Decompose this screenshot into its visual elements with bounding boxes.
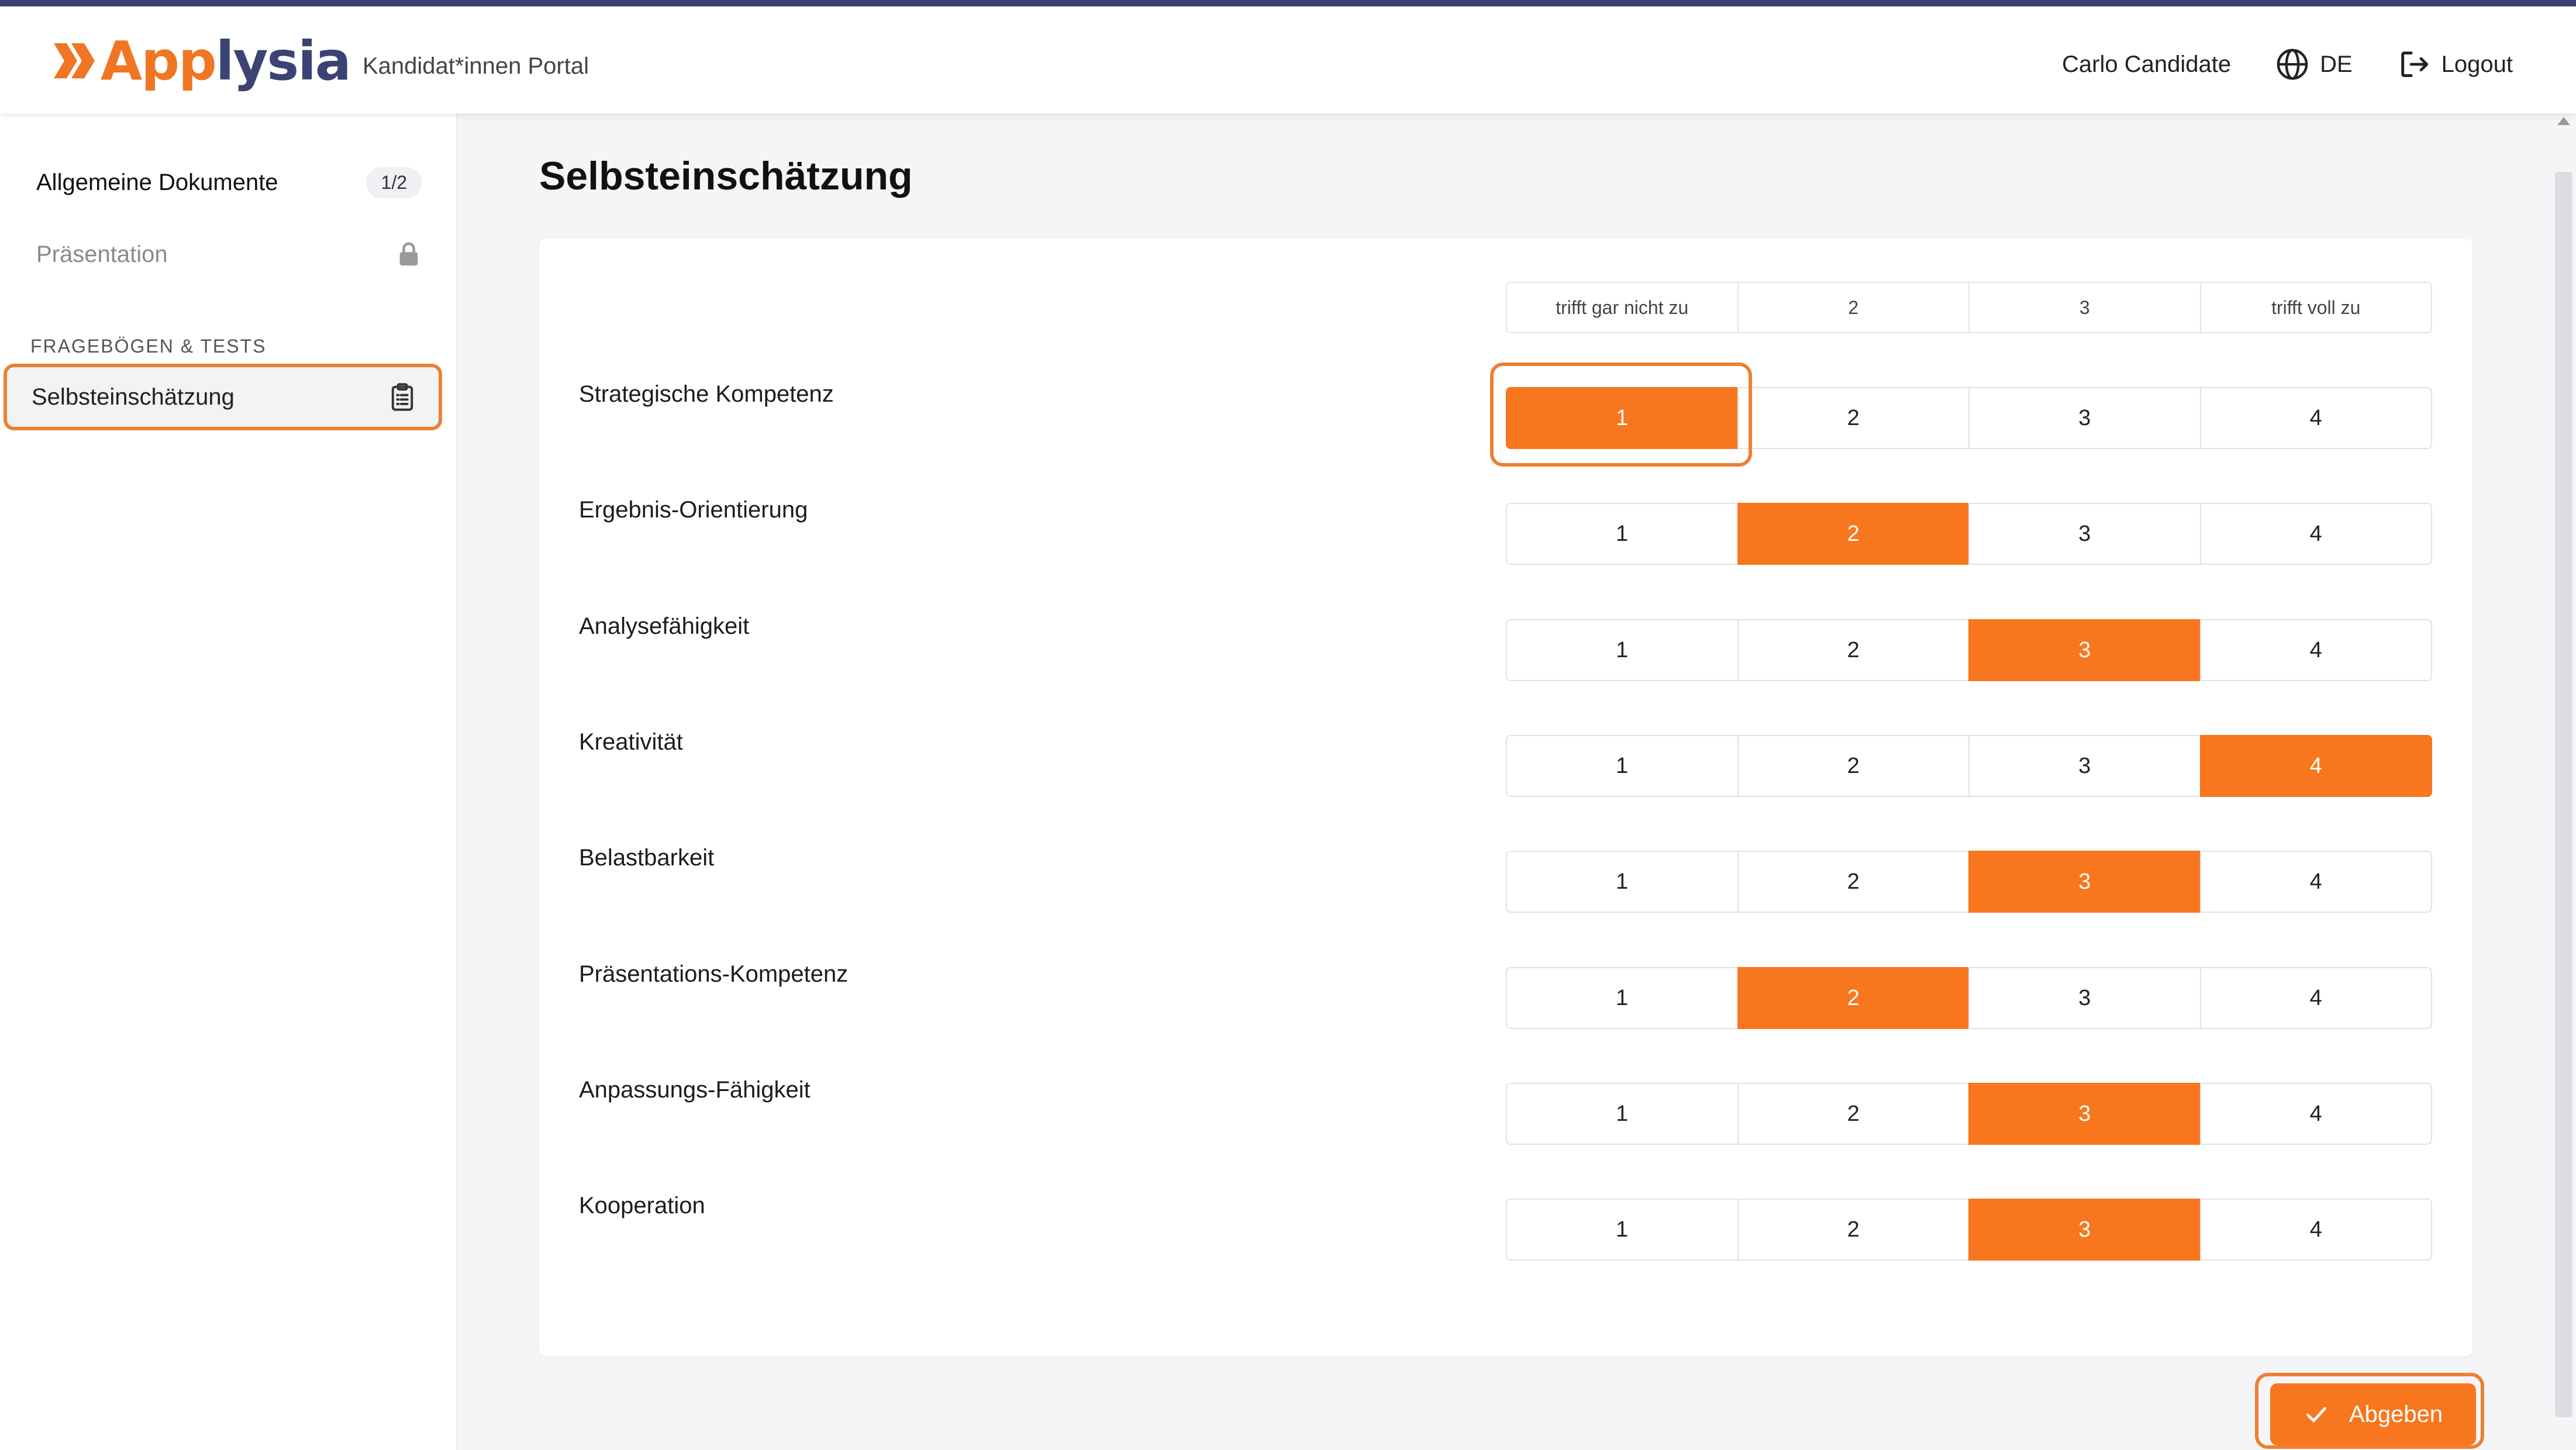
- applysia-logo[interactable]: Applysia: [54, 29, 351, 93]
- logout-button[interactable]: Logout: [2397, 47, 2513, 81]
- rating-option-4[interactable]: 4: [2199, 619, 2432, 681]
- logo-chevron-icon: [54, 43, 95, 78]
- rating-option-1[interactable]: 1: [1506, 1083, 1739, 1145]
- submit-button[interactable]: Abgeben: [2270, 1383, 2476, 1445]
- rating-option-1[interactable]: 1: [1506, 387, 1739, 449]
- question-label: Anpassungs-Fähigkeit: [579, 1077, 811, 1103]
- sidebar-item-allgemeine-dokumente[interactable]: Allgemeine Dokumente 1/2: [36, 167, 422, 198]
- clipboard-icon: [391, 383, 413, 411]
- user-name[interactable]: Carlo Candidate: [2062, 51, 2231, 78]
- rating-option-3[interactable]: 3: [1968, 387, 2201, 449]
- language-switcher[interactable]: DE: [2275, 47, 2353, 81]
- header: Applysia Kandidat*innen Portal Carlo Can…: [0, 6, 2576, 113]
- rating-option-4[interactable]: 4: [2199, 851, 2432, 913]
- rating-option-3[interactable]: 3: [1968, 851, 2201, 913]
- rating-option-2[interactable]: 2: [1737, 735, 1970, 797]
- rating-option-2[interactable]: 2: [1737, 503, 1970, 565]
- scale-header-cell: trifft voll zu: [2199, 282, 2432, 333]
- rating-option-3[interactable]: 3: [1968, 735, 2201, 797]
- sidebar-item-label: Allgemeine Dokumente: [36, 170, 278, 195]
- rating-options: 1234: [1506, 735, 2432, 797]
- rating-option-4[interactable]: 4: [2199, 1199, 2432, 1261]
- rating-option-4[interactable]: 4: [2199, 735, 2432, 797]
- lock-icon: [399, 242, 418, 266]
- rating-option-3[interactable]: 3: [1968, 967, 2201, 1029]
- logo-text: Applysia: [101, 29, 351, 92]
- rating-option-1[interactable]: 1: [1506, 503, 1739, 565]
- rating-option-2[interactable]: 2: [1737, 619, 1970, 681]
- scale-header-cell: trifft gar nicht zu: [1506, 282, 1739, 333]
- portal-subtitle: Kandidat*innen Portal: [363, 53, 589, 79]
- sidebar-item-label: Selbsteinschätzung: [32, 384, 235, 410]
- rating-option-2[interactable]: 2: [1737, 387, 1970, 449]
- top-accent-line: [0, 0, 2576, 6]
- question-label: Ergebnis-Orientierung: [579, 497, 808, 523]
- check-icon: [2306, 1407, 2326, 1423]
- sidebar: Allgemeine Dokumente 1/2 Präsentation FR…: [0, 113, 457, 1450]
- question-label: Analysefähigkeit: [579, 613, 750, 639]
- sidebar-item-selbsteinschaetzung[interactable]: Selbsteinschätzung: [4, 364, 442, 430]
- rating-options: 1234: [1506, 1199, 2432, 1261]
- progress-badge: 1/2: [365, 167, 422, 198]
- question-label: Präsentations-Kompetenz: [579, 961, 849, 987]
- rating-option-1[interactable]: 1: [1506, 735, 1739, 797]
- rating-option-1[interactable]: 1: [1506, 967, 1739, 1029]
- rating-option-1[interactable]: 1: [1506, 619, 1739, 681]
- globe-icon: [2277, 49, 2308, 80]
- rating-option-2[interactable]: 2: [1737, 1083, 1970, 1145]
- page-title: Selbsteinschätzung: [539, 154, 913, 198]
- rating-option-4[interactable]: 4: [2199, 1083, 2432, 1145]
- rating-option-3[interactable]: 3: [1968, 1083, 2201, 1145]
- rating-options: 1234: [1506, 619, 2432, 681]
- rating-option-1[interactable]: 1: [1506, 851, 1739, 913]
- question-label: Kreativität: [579, 729, 683, 755]
- rating-option-3[interactable]: 3: [1968, 1199, 2201, 1261]
- rating-option-2[interactable]: 2: [1737, 851, 1970, 913]
- rating-option-3[interactable]: 3: [1968, 503, 2201, 565]
- rating-option-4[interactable]: 4: [2199, 967, 2432, 1029]
- questionnaire-card: trifft gar nicht zu 2 3 trifft voll zu S…: [539, 239, 2472, 1356]
- sidebar-section-title: FRAGEBÖGEN & TESTS: [30, 336, 267, 357]
- scale-header: trifft gar nicht zu 2 3 trifft voll zu: [1506, 282, 2432, 333]
- question-label: Belastbarkeit: [579, 845, 715, 871]
- rating-option-3[interactable]: 3: [1968, 619, 2201, 681]
- scale-header-cell: 3: [1968, 282, 2201, 333]
- rating-option-4[interactable]: 4: [2199, 387, 2432, 449]
- scroll-up-arrow-icon[interactable]: [2557, 117, 2570, 125]
- rating-options: 1234: [1506, 387, 2432, 449]
- question-label: Kooperation: [579, 1193, 705, 1218]
- sidebar-item-label: Präsentation: [36, 241, 168, 267]
- rating-option-2[interactable]: 2: [1737, 967, 1970, 1029]
- submit-label: Abgeben: [2349, 1401, 2443, 1427]
- scrollbar-thumb[interactable]: [2555, 172, 2572, 1417]
- rating-options: 1234: [1506, 967, 2432, 1029]
- rating-option-2[interactable]: 2: [1737, 1199, 1970, 1261]
- rating-options: 1234: [1506, 503, 2432, 565]
- rating-option-1[interactable]: 1: [1506, 1199, 1739, 1261]
- scale-header-cell: 2: [1737, 282, 1970, 333]
- sidebar-item-praesentation: Präsentation: [36, 241, 422, 268]
- rating-option-4[interactable]: 4: [2199, 503, 2432, 565]
- question-label: Strategische Kompetenz: [579, 381, 834, 407]
- rating-options: 1234: [1506, 851, 2432, 913]
- rating-options: 1234: [1506, 1083, 2432, 1145]
- logout-icon: [2401, 51, 2428, 77]
